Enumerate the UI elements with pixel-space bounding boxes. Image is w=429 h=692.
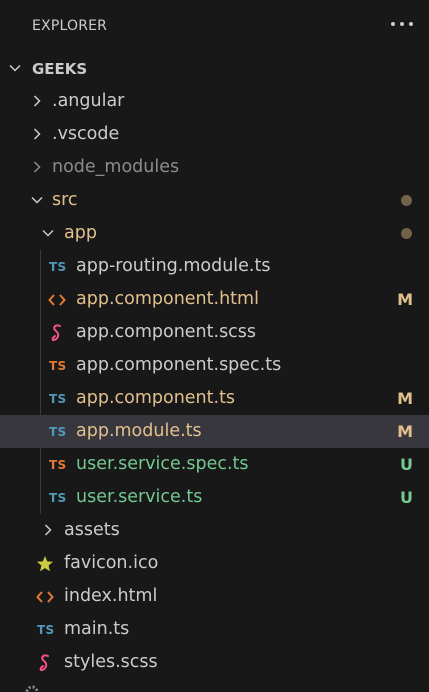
tree-item-app-component-html[interactable]: app.component.html M [0, 283, 429, 316]
tree-item-app-component-spec-ts[interactable]: TS app.component.spec.ts [0, 349, 429, 382]
chevron-right-icon [30, 94, 44, 108]
scss-icon [38, 646, 52, 679]
typescript-icon: TS [49, 490, 67, 505]
tree-item-vscode[interactable]: .vscode [0, 118, 429, 151]
favicon-star-icon [36, 547, 54, 580]
typescript-icon: TS [49, 391, 67, 406]
file-label: app.module.ts [76, 421, 202, 441]
typescript-spec-icon: TS [49, 358, 67, 373]
folder-label: assets [64, 520, 120, 540]
git-status-badge: U [400, 488, 413, 507]
git-status-badge: M [397, 422, 413, 441]
tree-item-angular[interactable]: .angular [0, 85, 429, 118]
git-status-badge: M [397, 290, 413, 309]
tree-item-assets[interactable]: assets [0, 514, 429, 547]
modified-dot-icon [401, 228, 412, 239]
explorer-header: EXPLORER [0, 0, 429, 52]
typescript-icon: TS [37, 622, 55, 637]
folder-label: node_modules [52, 157, 180, 177]
tree-item-app-component-scss[interactable]: app.component.scss [0, 316, 429, 349]
git-status-badge: U [400, 455, 413, 474]
file-label: main.ts [64, 619, 130, 639]
scss-icon [50, 316, 64, 349]
git-status-badge: M [397, 389, 413, 408]
tree-root-geeks[interactable]: GEEKS [0, 52, 429, 85]
file-label: favicon.ico [64, 553, 159, 573]
file-label: user.service.spec.ts [76, 454, 249, 474]
chevron-right-icon [30, 160, 44, 174]
file-label: app.component.scss [76, 322, 257, 342]
folder-label: .angular [52, 91, 125, 111]
tree-item-user-service-ts[interactable]: TS user.service.ts U [0, 481, 429, 514]
chevron-down-icon [30, 193, 44, 207]
modified-dot-icon [401, 195, 412, 206]
root-folder-label: GEEKS [32, 60, 88, 78]
tree-item-node-modules[interactable]: node_modules [0, 151, 429, 184]
file-label: app.component.html [76, 289, 259, 309]
tree-item-styles-scss[interactable]: styles.scss [0, 646, 429, 679]
file-label: user.service.ts [76, 487, 203, 507]
tree-item-app-module-ts[interactable]: TS app.module.ts M [0, 415, 429, 448]
chevron-down-icon [41, 226, 55, 240]
tree-item-main-ts[interactable]: TS main.ts [0, 613, 429, 646]
tree-item-app-component-ts[interactable]: TS app.component.ts M [0, 382, 429, 415]
typescript-icon: TS [49, 259, 67, 274]
folder-label: app [64, 223, 97, 243]
chevron-down-icon [8, 61, 22, 75]
tree-item-app[interactable]: app [0, 217, 429, 250]
file-label: app-routing.module.ts [76, 256, 271, 276]
html-icon [36, 580, 54, 613]
html-icon [48, 283, 66, 316]
file-label: app.component.ts [76, 388, 236, 408]
explorer-title: EXPLORER [32, 18, 108, 34]
tree-item-favicon-ico[interactable]: favicon.ico [0, 547, 429, 580]
chevron-right-icon [30, 127, 44, 141]
typescript-icon: TS [49, 424, 67, 439]
file-label: styles.scss [64, 652, 158, 672]
tree-item-partial [0, 680, 429, 692]
tree-item-src[interactable]: src [0, 184, 429, 217]
folder-label: src [52, 190, 78, 210]
chevron-right-icon [41, 523, 55, 537]
typescript-spec-icon: TS [49, 457, 67, 472]
tree-item-app-routing-module-ts[interactable]: TS app-routing.module.ts [0, 250, 429, 283]
file-label: index.html [64, 586, 158, 606]
ellipsis-icon[interactable] [391, 14, 413, 34]
tree-item-index-html[interactable]: index.html [0, 580, 429, 613]
file-label: app.component.spec.ts [76, 355, 282, 375]
gear-icon [24, 680, 40, 692]
tree-item-user-service-spec-ts[interactable]: TS user.service.spec.ts U [0, 448, 429, 481]
folder-label: .vscode [52, 124, 120, 144]
